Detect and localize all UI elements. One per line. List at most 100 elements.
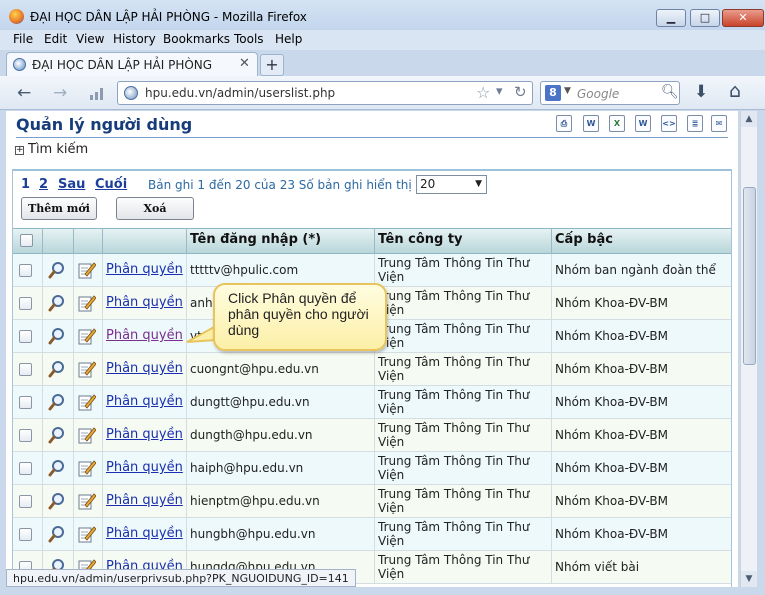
forward-arrow-icon[interactable]: →: [53, 83, 67, 103]
minimize-button[interactable]: ▁: [656, 9, 686, 27]
header-rank[interactable]: Cấp bậc: [552, 229, 731, 254]
header-username[interactable]: Tên đăng nhập (*): [187, 229, 375, 254]
excel-icon[interactable]: X: [609, 115, 625, 132]
cell-company: Trung Tâm Thông Tin Thư Viện: [375, 452, 552, 485]
row-checkbox[interactable]: [19, 495, 32, 508]
search-bar[interactable]: 8 ▼ Google 🔍︎: [540, 81, 680, 105]
cell-edit: [74, 320, 103, 353]
tab-close-icon[interactable]: ✕: [239, 56, 250, 71]
edit-icon[interactable]: [78, 261, 96, 279]
engine-dropdown-icon[interactable]: ▼: [564, 86, 571, 96]
row-checkbox[interactable]: [19, 396, 32, 409]
menu-view[interactable]: View: [76, 32, 104, 46]
menu-edit[interactable]: Edit: [44, 32, 67, 46]
row-checkbox[interactable]: [19, 462, 32, 475]
row-checkbox[interactable]: [19, 330, 32, 343]
magnifier-icon[interactable]: [48, 459, 66, 477]
permission-link[interactable]: Phân quyền: [106, 295, 183, 310]
search-toggle[interactable]: +Tìm kiếm: [15, 142, 88, 157]
cell-view: [43, 419, 74, 452]
menu-tools[interactable]: Tools: [234, 32, 264, 46]
menu-history[interactable]: History: [113, 32, 156, 46]
magnifier-icon[interactable]: [48, 360, 66, 378]
edit-icon[interactable]: [78, 525, 96, 543]
permission-link[interactable]: Phân quyền: [106, 262, 183, 277]
permission-link[interactable]: Phân quyền: [106, 361, 183, 376]
edit-icon[interactable]: [78, 294, 96, 312]
permission-link[interactable]: Phân quyền: [106, 460, 183, 475]
select-all-checkbox[interactable]: [20, 234, 33, 247]
search-input[interactable]: Google: [577, 87, 619, 101]
printer-icon[interactable]: ⎙: [556, 115, 572, 132]
row-checkbox[interactable]: [19, 429, 32, 442]
scroll-up-icon[interactable]: ▲: [741, 111, 757, 127]
google-engine-icon[interactable]: 8: [545, 85, 561, 101]
magnifier-icon[interactable]: [48, 426, 66, 444]
cell-view: [43, 353, 74, 386]
xml-icon[interactable]: ≣: [687, 115, 703, 132]
cell-permission: Phân quyền: [103, 320, 187, 353]
magnifier-icon[interactable]: [48, 492, 66, 510]
chevron-down-icon: ▼: [475, 176, 482, 193]
url-text[interactable]: hpu.edu.vn/admin/userslist.php: [145, 86, 335, 100]
url-bar[interactable]: hpu.edu.vn/admin/userslist.php ☆ ▾ ↻: [117, 81, 533, 105]
permission-link[interactable]: Phân quyền: [106, 526, 183, 541]
row-checkbox[interactable]: [19, 363, 32, 376]
email-icon[interactable]: ✉: [711, 115, 727, 132]
download-icon[interactable]: ⬇: [694, 82, 708, 102]
page-size-select[interactable]: 20 ▼: [416, 175, 487, 194]
table-row: Phân quyềnhaiph@hpu.edu.vnTrung Tâm Thôn…: [13, 452, 731, 485]
cell-permission: Phân quyền: [103, 518, 187, 551]
back-arrow-icon[interactable]: ←: [17, 83, 31, 103]
edit-icon[interactable]: [78, 459, 96, 477]
page-2-link[interactable]: 2: [39, 177, 48, 192]
scroll-down-icon[interactable]: ▼: [741, 571, 757, 587]
magnifier-icon[interactable]: [48, 525, 66, 543]
row-checkbox[interactable]: [19, 297, 32, 310]
header-select: [13, 229, 43, 254]
edit-icon[interactable]: [78, 393, 96, 411]
last-page-link[interactable]: Cuối: [95, 177, 127, 192]
edit-icon[interactable]: [78, 360, 96, 378]
permission-link[interactable]: Phân quyền: [106, 427, 183, 442]
vertical-scrollbar[interactable]: ▲ ▼: [740, 111, 757, 587]
edit-icon[interactable]: [78, 492, 96, 510]
word-icon[interactable]: W: [635, 115, 651, 132]
permission-link[interactable]: Phân quyền: [106, 394, 183, 409]
cell-company: Trung Tâm Thông Tin Thư Viện: [375, 254, 552, 287]
rank-text: Nhóm Khoa-ĐV-BM: [555, 362, 668, 376]
expand-icon[interactable]: +: [15, 146, 24, 155]
cell-rank: Nhóm Khoa-ĐV-BM: [552, 485, 731, 518]
add-button[interactable]: Thêm mới: [21, 197, 97, 220]
edit-icon[interactable]: [78, 426, 96, 444]
rank-text: Nhóm ban ngành đoàn thể: [555, 263, 716, 277]
tab-hpu[interactable]: ĐẠI HỌC DÂN LẬP HẢI PHÒNG ✕: [6, 52, 258, 76]
word-icon[interactable]: W: [583, 115, 599, 132]
search-icon[interactable]: 🔍︎: [661, 84, 679, 100]
maximize-button[interactable]: □: [690, 9, 720, 27]
cell-view: [43, 485, 74, 518]
html-icon[interactable]: <>: [661, 115, 677, 132]
close-window-button[interactable]: ✕: [722, 9, 764, 27]
magnifier-icon[interactable]: [48, 261, 66, 279]
menu-file[interactable]: File: [13, 32, 33, 46]
url-dropdown-icon[interactable]: ▾: [496, 84, 503, 99]
delete-button[interactable]: Xoá: [116, 197, 194, 220]
row-checkbox[interactable]: [19, 528, 32, 541]
header-company[interactable]: Tên công ty: [375, 229, 552, 254]
magnifier-icon[interactable]: [48, 327, 66, 345]
permission-link[interactable]: Phân quyền: [106, 493, 183, 508]
next-page-link[interactable]: Sau: [58, 177, 85, 192]
home-icon[interactable]: ⌂: [729, 80, 741, 102]
menu-help[interactable]: Help: [275, 32, 302, 46]
reload-icon[interactable]: ↻: [514, 83, 527, 101]
menu-bookmarks[interactable]: Bookmarks: [163, 32, 230, 46]
magnifier-icon[interactable]: [48, 294, 66, 312]
new-tab-button[interactable]: +: [260, 54, 284, 76]
edit-icon[interactable]: [78, 327, 96, 345]
row-checkbox[interactable]: [19, 264, 32, 277]
bookmark-star-icon[interactable]: ☆: [476, 83, 490, 102]
permission-link[interactable]: Phân quyền: [106, 328, 183, 343]
scroll-thumb[interactable]: [743, 187, 756, 365]
magnifier-icon[interactable]: [48, 393, 66, 411]
